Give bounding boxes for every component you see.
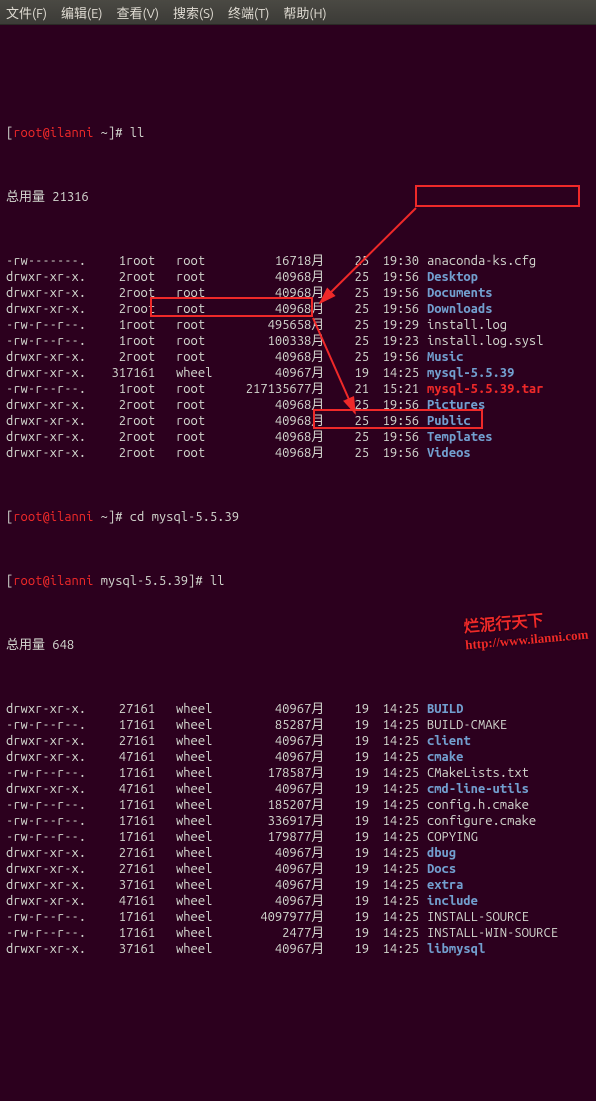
listing-row: -rw-r--r--.1 rootroot10033 8月2519:23inst… bbox=[6, 333, 590, 349]
listing-row: -rw-r--r--.1 7161wheel409797 7月1914:25IN… bbox=[6, 909, 590, 925]
listing-row: -rw-r--r--.1 rootroot49565 8月2519:29inst… bbox=[6, 317, 590, 333]
blank-line bbox=[6, 61, 590, 77]
listing-row: -rw-r--r--.1 7161wheel17858 7月1914:25CMa… bbox=[6, 765, 590, 781]
prompt-line-1: [root@ilanni ~]# ll bbox=[6, 125, 590, 141]
file-name: cmake bbox=[419, 749, 590, 765]
file-name: client bbox=[419, 733, 590, 749]
file-name: extra bbox=[419, 877, 590, 893]
listing-row: drwxr-xr-x.2 7161wheel4096 7月1914:25Docs bbox=[6, 861, 590, 877]
listing-row: -rw-r--r--.1 7161wheel18520 7月1914:25con… bbox=[6, 797, 590, 813]
menu-edit[interactable]: 编辑(E) bbox=[61, 3, 102, 22]
menubar: 文件(F) 编辑(E) 查看(V) 搜索(S) 终端(T) 帮助(H) bbox=[0, 0, 596, 25]
listing-row: drwxr-xr-x.4 7161wheel4096 7月1914:25cmd-… bbox=[6, 781, 590, 797]
listing-row: drwxr-xr-x.2 7161wheel4096 7月1914:25BUIL… bbox=[6, 701, 590, 717]
file-name: Downloads bbox=[419, 301, 590, 317]
menu-file[interactable]: 文件(F) bbox=[6, 3, 47, 22]
listing-row: drwxr-xr-x.31 7161wheel4096 7月1914:25mys… bbox=[6, 365, 590, 381]
total-line-1: 总用量 21316 bbox=[6, 189, 590, 205]
file-name: include bbox=[419, 893, 590, 909]
menu-view[interactable]: 查看(V) bbox=[117, 3, 159, 22]
file-name: mysql-5.5.39 bbox=[419, 365, 590, 381]
listing-row: drwxr-xr-x.2 rootroot4096 8月2519:56Video… bbox=[6, 445, 590, 461]
file-name: BUILD-CMAKE bbox=[419, 717, 590, 733]
listing-row: drwxr-xr-x.2 rootroot4096 8月2519:56Music bbox=[6, 349, 590, 365]
file-name: install.log.sysl bbox=[419, 333, 590, 349]
listing-row: -rw-r--r--.1 7161wheel17987 7月1914:25COP… bbox=[6, 829, 590, 845]
command-cd: cd mysql-5.5.39 bbox=[130, 510, 239, 524]
prompt-line-3: [root@ilanni mysql-5.5.39]# ll bbox=[6, 573, 590, 589]
command-ll-1: ll bbox=[130, 126, 145, 140]
listing-row: drwxr-xr-x.2 rootroot4096 8月2519:56Publi… bbox=[6, 413, 590, 429]
listing-row: drwxr-xr-x.2 7161wheel4096 7月1914:25dbug bbox=[6, 845, 590, 861]
file-name: Desktop bbox=[419, 269, 590, 285]
listing-row: drwxr-xr-x.3 7161wheel4096 7月1914:25extr… bbox=[6, 877, 590, 893]
file-name: CMakeLists.txt bbox=[419, 765, 590, 781]
listing-row: drwxr-xr-x.2 rootroot4096 8月2519:56Docum… bbox=[6, 285, 590, 301]
file-name: config.h.cmake bbox=[419, 797, 590, 813]
file-name: Docs bbox=[419, 861, 590, 877]
listing-row: -rw-r--r--.1 rootroot21713567 7月2115:21m… bbox=[6, 381, 590, 397]
file-name: INSTALL-WIN-SOURCE bbox=[419, 925, 590, 941]
file-name: Pictures bbox=[419, 397, 590, 413]
listing-row: -rw-r--r--.1 7161wheel247 7月1914:25INSTA… bbox=[6, 925, 590, 941]
listing-row: drwxr-xr-x.3 7161wheel4096 7月1914:25libm… bbox=[6, 941, 590, 957]
file-name: Documents bbox=[419, 285, 590, 301]
menu-terminal[interactable]: 终端(T) bbox=[228, 3, 269, 22]
file-name: Public bbox=[419, 413, 590, 429]
menu-search[interactable]: 搜索(S) bbox=[173, 3, 214, 22]
menu-help[interactable]: 帮助(H) bbox=[283, 3, 326, 22]
file-name: configure.cmake bbox=[419, 813, 590, 829]
listing-row: drwxr-xr-x.2 rootroot4096 8月2519:56Deskt… bbox=[6, 269, 590, 285]
file-name: mysql-5.5.39.tar bbox=[419, 381, 590, 397]
listing-row: -rw-------.1 rootroot1671 8月2519:30anaco… bbox=[6, 253, 590, 269]
listing-row: drwxr-xr-x.2 rootroot4096 8月2519:56Pictu… bbox=[6, 397, 590, 413]
listing-row: drwxr-xr-x.2 7161wheel4096 7月1914:25clie… bbox=[6, 733, 590, 749]
prompt-line-2: [root@ilanni ~]# cd mysql-5.5.39 bbox=[6, 509, 590, 525]
file-name: dbug bbox=[419, 845, 590, 861]
listing-row: drwxr-xr-x.2 rootroot4096 8月2519:56Downl… bbox=[6, 301, 590, 317]
listing-row: drwxr-xr-x.2 rootroot4096 8月2519:56Templ… bbox=[6, 429, 590, 445]
file-name: Music bbox=[419, 349, 590, 365]
file-name: cmd-line-utils bbox=[419, 781, 590, 797]
listing-row: drwxr-xr-x.4 7161wheel4096 7月1914:25incl… bbox=[6, 893, 590, 909]
file-name: COPYING bbox=[419, 829, 590, 845]
file-name: anaconda-ks.cfg bbox=[419, 253, 590, 269]
terminal-area[interactable]: [root@ilanni ~]# ll 总用量 21316 -rw-------… bbox=[0, 25, 596, 1101]
listing-row: drwxr-xr-x.4 7161wheel4096 7月1914:25cmak… bbox=[6, 749, 590, 765]
listing-row: -rw-r--r--.1 7161wheel33691 7月1914:25con… bbox=[6, 813, 590, 829]
file-name: INSTALL-SOURCE bbox=[419, 909, 590, 925]
file-name: BUILD bbox=[419, 701, 590, 717]
command-ll-2: ll bbox=[210, 574, 225, 588]
file-name: install.log bbox=[419, 317, 590, 333]
file-name: Templates bbox=[419, 429, 590, 445]
file-name: libmysql bbox=[419, 941, 590, 957]
listing-row: -rw-r--r--.1 7161wheel8528 7月1914:25BUIL… bbox=[6, 717, 590, 733]
file-name: Videos bbox=[419, 445, 590, 461]
